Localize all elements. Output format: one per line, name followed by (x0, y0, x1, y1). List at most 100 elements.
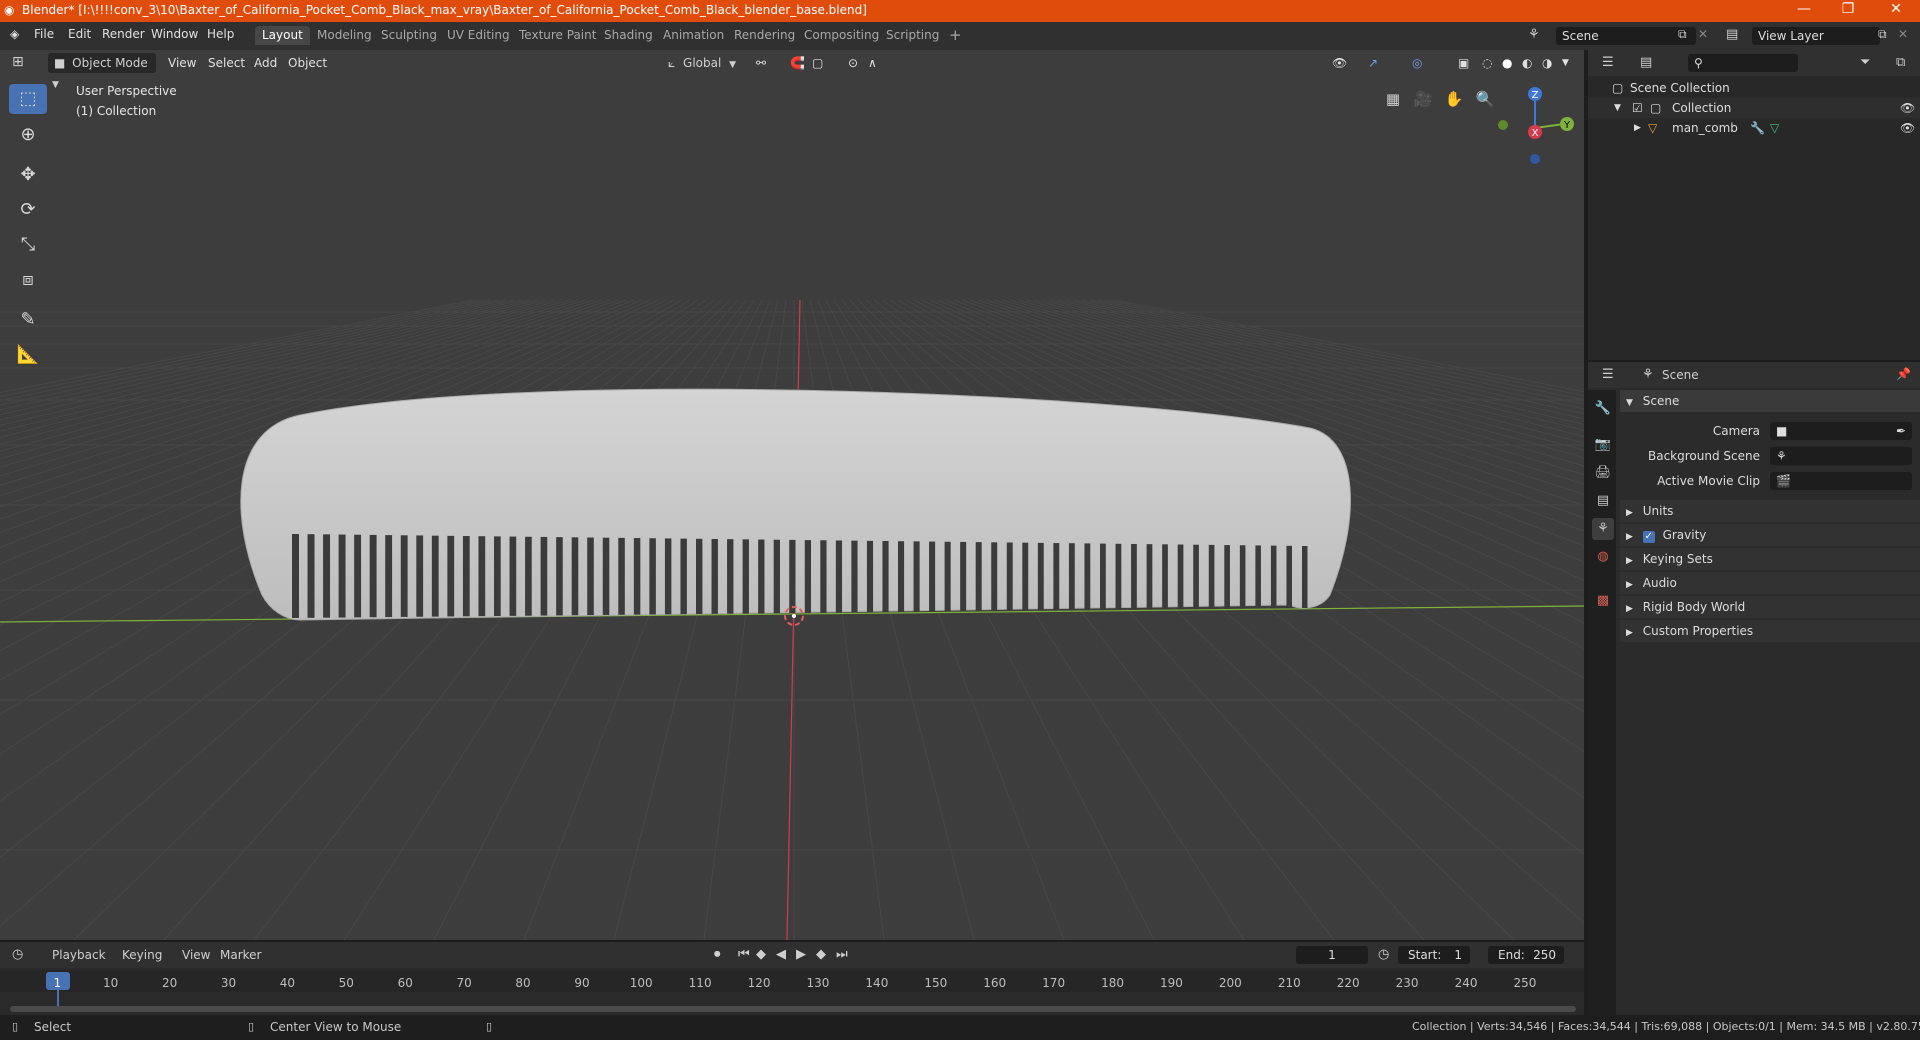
tab-shading[interactable]: Shading (597, 26, 660, 45)
close-button[interactable]: ✕ (1876, 1, 1916, 17)
measure-tool[interactable]: 📐 (9, 340, 47, 370)
select-box-tool[interactable]: ⬚ (9, 84, 47, 114)
menu-file[interactable]: File (34, 27, 54, 41)
next-keyframe-icon[interactable]: ◆ (816, 947, 826, 962)
audio-panel[interactable]: ▶ Audio (1620, 572, 1920, 594)
tab-modeling[interactable]: Modeling (310, 26, 379, 45)
scene-selector[interactable]: Scene (1556, 27, 1696, 45)
eye-icon[interactable]: 👁 (1900, 98, 1915, 118)
wireframe-shading-icon[interactable]: ◌ (1482, 54, 1492, 72)
add-workspace-button[interactable]: + (942, 26, 969, 45)
falloff-icon[interactable]: ∧ (868, 54, 877, 72)
exclude-checkbox[interactable]: ☑ (1632, 98, 1643, 118)
shading-options-icon[interactable]: ▼ (1562, 54, 1569, 72)
pan-hand-icon[interactable]: ✋ (1441, 86, 1467, 112)
transform-orientation-dropdown[interactable]: ⟀ Global ▼ (668, 53, 746, 73)
eye-icon[interactable]: 👁 (1900, 118, 1915, 138)
mesh-data-icon[interactable]: ▽ (1770, 118, 1779, 138)
output-tab[interactable]: 🖨 (1592, 462, 1614, 484)
jump-start-icon[interactable]: ⏮ (738, 947, 750, 962)
gravity-checkbox[interactable]: ✓ (1642, 531, 1655, 543)
tab-rendering[interactable]: Rendering (727, 26, 802, 45)
editor-type-icon[interactable]: ⊞ (12, 54, 24, 70)
outliner-panel[interactable]: ☰ ▤ ⚲ ⏷ ⧉ ▢ Scene Collection ▼ ☑ ▢ Colle… (1588, 50, 1920, 360)
render-tab[interactable]: 📷 (1592, 434, 1614, 456)
cursor-tool[interactable]: ⊕ (9, 120, 47, 150)
snap-icon[interactable]: 🧲 (790, 54, 805, 72)
pivot-icon[interactable]: ⚯ (756, 54, 766, 72)
filter-icon[interactable]: ⏷ (1860, 55, 1870, 70)
outliner-search-input[interactable]: ⚲ (1688, 54, 1798, 72)
viewport-menu-object[interactable]: Object (288, 54, 327, 72)
outliner-row-collection[interactable]: ▼ ☑ ▢ Collection 👁 (1588, 98, 1920, 118)
solid-shading-icon[interactable]: ● (1502, 54, 1512, 72)
camera-field[interactable]: ■ ✒ (1770, 422, 1912, 440)
visibility-icon[interactable]: 👁 (1332, 54, 1347, 72)
material-shading-icon[interactable]: ◐ (1522, 54, 1532, 72)
menu-edit[interactable]: Edit (68, 27, 91, 41)
overlay-toggle-icon[interactable]: ◎ (1412, 54, 1422, 72)
new-scene-icon[interactable]: ⧉ (1678, 27, 1687, 42)
rigid-body-world-panel[interactable]: ▶ Rigid Body World (1620, 596, 1920, 618)
units-panel[interactable]: ▶ Units (1620, 500, 1920, 522)
clock-icon[interactable]: ◷ (1378, 947, 1389, 962)
annotate-tool[interactable]: ✎ (9, 305, 47, 335)
jump-end-icon[interactable]: ⏭ (836, 947, 848, 962)
xray-icon[interactable]: ▣ (1458, 54, 1469, 72)
play-icon[interactable]: ▶ (796, 947, 806, 962)
background-scene-field[interactable]: ⚘ (1770, 447, 1912, 465)
start-frame-field[interactable]: Start: 1 (1398, 946, 1470, 964)
navigation-gizmo[interactable]: Z Y X (1490, 82, 1580, 172)
snap-target-icon[interactable]: ▢ (812, 54, 823, 72)
new-view-layer-icon[interactable]: ⧉ (1878, 27, 1887, 42)
disclosure-triangle-icon[interactable]: ▶ (1634, 118, 1641, 138)
menu-help[interactable]: Help (207, 27, 234, 41)
tab-scripting[interactable]: Scripting (879, 26, 946, 45)
viewport-menu-view[interactable]: View (168, 54, 196, 72)
scene-tab[interactable]: ⚘ (1592, 518, 1614, 540)
tab-animation[interactable]: Animation (656, 26, 731, 45)
timeline-scrollbar[interactable] (10, 1006, 1576, 1012)
timeline-editor-type-icon[interactable]: ◷ (12, 947, 23, 962)
outliner-row-scene-collection[interactable]: ▢ Scene Collection (1588, 78, 1920, 98)
record-icon[interactable]: ⏺ (714, 947, 721, 962)
active-movie-clip-field[interactable]: 🎬 (1770, 472, 1912, 490)
gizmo-toggle-icon[interactable]: ↗ (1368, 54, 1378, 72)
prev-keyframe-icon[interactable]: ◆ (756, 947, 766, 962)
pin-icon[interactable]: 📌 (1896, 367, 1911, 381)
disclosure-triangle-icon[interactable]: ▼ (1614, 98, 1621, 118)
blender-menu-icon[interactable]: ◈ (10, 27, 19, 41)
delete-view-layer-icon[interactable]: ✕ (1898, 27, 1908, 41)
custom-properties-panel[interactable]: ▶ Custom Properties (1620, 620, 1920, 642)
transform-tool[interactable]: ⧈ (9, 265, 47, 295)
tool-tab[interactable]: 🔧 (1592, 398, 1614, 420)
tab-texture-paint[interactable]: Texture Paint (512, 26, 603, 45)
tab-compositing[interactable]: Compositing (797, 26, 886, 45)
menu-render[interactable]: Render (102, 27, 145, 41)
object-mode-dropdown[interactable]: ■ Object Mode ▼ (48, 53, 156, 90)
current-frame-field[interactable]: 1 (1296, 946, 1368, 964)
delete-scene-icon[interactable]: ✕ (1698, 27, 1708, 41)
3d-viewport[interactable]: ⊞ ■ Object Mode ▼ View Select Add Object… (0, 50, 1584, 940)
texture-tab[interactable]: ▩ (1592, 590, 1614, 612)
viewport-canvas[interactable] (0, 50, 1584, 940)
toggle-camera-ortho-icon[interactable]: ▦ (1380, 86, 1406, 112)
tab-sculpting[interactable]: Sculpting (374, 26, 444, 45)
outliner-editor-type-icon[interactable]: ☰ (1602, 55, 1614, 70)
properties-editor-type-icon[interactable]: ☰ (1602, 367, 1614, 382)
timeline-menu-marker[interactable]: Marker (220, 948, 261, 962)
new-collection-icon[interactable]: ⧉ (1896, 55, 1905, 70)
outliner-row-man-comb[interactable]: ▶ ▽ man_comb 🔧 ▽ 👁 (1588, 118, 1920, 138)
play-reverse-icon[interactable]: ◀ (776, 947, 786, 962)
camera-view-icon[interactable]: 🎥 (1410, 86, 1436, 112)
timeline-menu-keying[interactable]: Keying (122, 948, 162, 962)
end-frame-field[interactable]: End: 250 (1488, 946, 1564, 964)
viewport-menu-select[interactable]: Select (208, 54, 245, 72)
tab-uv-editing[interactable]: UV Editing (440, 26, 517, 45)
display-mode-icon[interactable]: ▤ (1640, 55, 1652, 70)
proportional-edit-icon[interactable]: ⊙ (848, 54, 858, 72)
gravity-panel[interactable]: ▶ ✓ Gravity (1620, 524, 1920, 546)
rendered-shading-icon[interactable]: ◑ (1542, 54, 1552, 72)
minimize-button[interactable]: — (1784, 1, 1824, 17)
view-layer-selector[interactable]: View Layer (1752, 27, 1880, 45)
